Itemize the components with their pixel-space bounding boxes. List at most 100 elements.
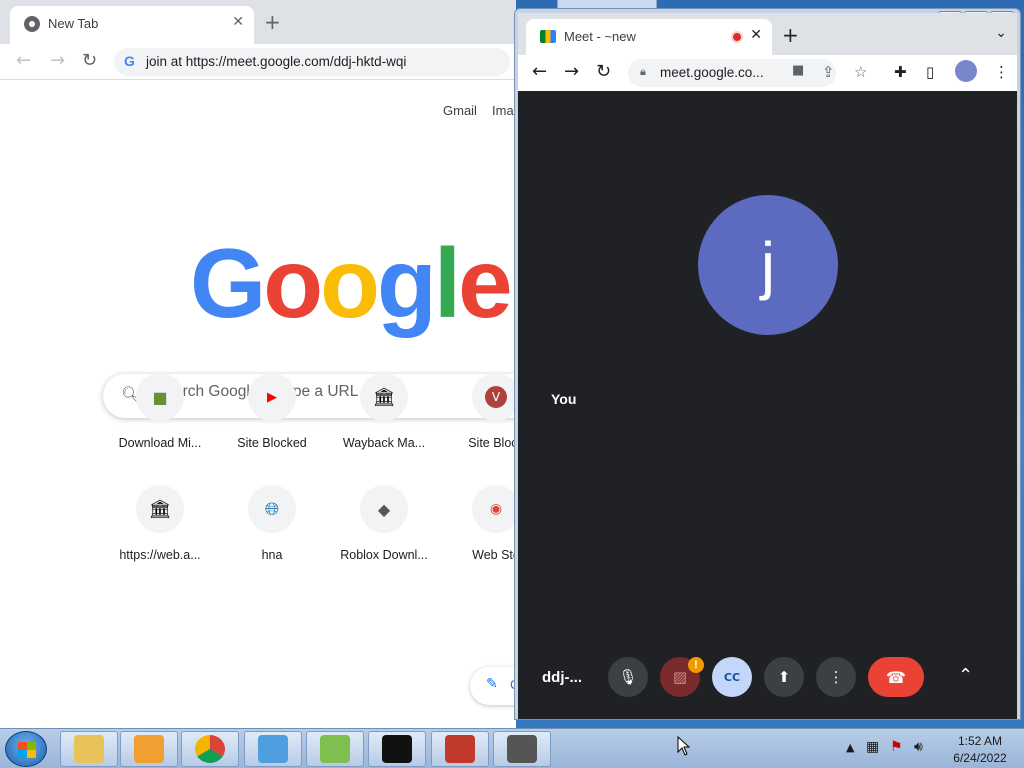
more-options-button[interactable]: ⋮ xyxy=(816,657,856,697)
customize-chrome-button[interactable]: ✎ C xyxy=(470,667,516,705)
chrome-web-store-icon: ◉ xyxy=(489,501,503,517)
camera-warning-badge: ! xyxy=(688,657,704,673)
meet-stage: j You ddj-... 🎙︎ ▨ ! CC ⬆ ⋮ ☎ ⌃ xyxy=(518,91,1017,719)
share-icon[interactable]: ⇪ xyxy=(822,63,835,81)
meet-favicon-icon xyxy=(540,30,556,43)
new-tab-button[interactable]: + xyxy=(782,25,799,45)
logo-letter: g xyxy=(376,228,437,338)
captions-icon: CC xyxy=(723,670,741,684)
paint-icon xyxy=(258,735,288,763)
new-tab-browser-window: New Tab ✕ + ← → ↻ G join at https://meet… xyxy=(0,0,516,728)
clock-time[interactable]: 1:52 AM xyxy=(945,734,1015,748)
back-icon[interactable]: ← xyxy=(532,61,547,82)
youtube-icon: ▶ xyxy=(267,389,277,405)
action-center-flag-icon[interactable]: ⚑ xyxy=(890,739,903,755)
taskbar: ▲ ▦ ⚑ 🔊︎ 1:52 AM 6/24/2022 xyxy=(0,728,1024,768)
images-link[interactable]: Ima xyxy=(492,103,514,118)
present-screen-button[interactable]: ⬆ xyxy=(764,657,804,697)
taskbar-app-button[interactable] xyxy=(244,731,302,767)
chart-app-icon xyxy=(320,735,350,763)
java-app-icon xyxy=(507,735,537,763)
extensions-icon[interactable]: ✚ xyxy=(894,63,907,81)
reload-icon[interactable]: ↻ xyxy=(82,50,97,71)
shortcut-tile[interactable]: ▶ Site Blocked xyxy=(216,373,328,473)
forward-icon[interactable]: → xyxy=(50,50,65,71)
shortcut-label: https://web.a... xyxy=(119,548,201,562)
taskbar-app-button[interactable] xyxy=(493,731,551,767)
v-letter-icon: V xyxy=(485,386,507,408)
leave-call-button[interactable]: ☎ xyxy=(868,657,924,697)
taskbar-app-button[interactable] xyxy=(60,731,118,767)
forward-icon[interactable]: → xyxy=(564,61,579,82)
tab-title: New Tab xyxy=(48,16,99,31)
new-tab-button[interactable]: + xyxy=(264,12,281,32)
omnibox-text[interactable]: join at https://meet.google.com/ddj-hktd… xyxy=(146,54,406,69)
new-tab-page: Gmail Ima Google 🔍︎ ■Download Mi...▶Site… xyxy=(0,80,516,728)
shortcut-tile[interactable]: ◉ Web Sto xyxy=(440,485,516,585)
start-button[interactable] xyxy=(5,731,47,767)
shortcut-tile[interactable]: V Site Block xyxy=(440,373,516,473)
shortcut-icon-circle: V xyxy=(472,373,516,421)
tray-expand-icon[interactable]: ▲ xyxy=(846,741,854,754)
logo-letter: G xyxy=(190,228,266,338)
tab-new-tab[interactable]: New Tab ✕ xyxy=(10,6,254,44)
captions-button[interactable]: CC xyxy=(712,657,752,697)
lock-icon: 🔒︎ xyxy=(640,65,646,78)
menu-kebab-icon[interactable]: ⋮ xyxy=(994,63,1009,81)
meeting-code[interactable]: ddj-... xyxy=(542,669,582,686)
expand-chevron-icon[interactable]: ⌃ xyxy=(958,665,973,686)
google-logo: Google xyxy=(190,228,513,338)
network-icon[interactable]: ▦ xyxy=(866,739,879,755)
gmail-link[interactable]: Gmail xyxy=(443,103,477,118)
shortcut-label: Wayback Ma... xyxy=(342,436,426,450)
more-vertical-icon: ⋮ xyxy=(828,668,844,686)
shortcut-label: Site Block xyxy=(468,436,516,450)
omnibox[interactable]: G join at https://meet.google.com/ddj-hk… xyxy=(114,48,510,76)
camera-off-icon: ▨ xyxy=(672,668,688,686)
tab-search-chevron-icon[interactable]: ⌄ xyxy=(995,25,1007,41)
shortcut-icon-circle: ◉ xyxy=(472,485,516,533)
shortcut-tile[interactable]: 🏛︎ https://web.a... xyxy=(104,485,216,585)
archive-building-icon: 🏛︎ xyxy=(372,386,396,408)
participant-avatar: j xyxy=(698,195,838,335)
bookmark-star-icon[interactable]: ☆ xyxy=(854,63,867,81)
omnibox[interactable]: 🔒︎ meet.google.co... xyxy=(628,59,836,87)
logo-letter: e xyxy=(458,228,512,338)
clock-date[interactable]: 6/24/2022 xyxy=(945,751,1015,765)
profile-avatar-icon[interactable] xyxy=(955,60,977,82)
taskbar-app-button[interactable] xyxy=(431,731,489,767)
tab-close-icon[interactable]: ✕ xyxy=(750,27,762,43)
microphone-icon: 🎙︎ xyxy=(618,668,638,686)
shortcut-label: Site Blocked xyxy=(237,436,307,450)
shortcut-icon-circle: ■ xyxy=(136,373,184,421)
microphone-button[interactable]: 🎙︎ xyxy=(608,657,648,697)
taskbar-app-button[interactable] xyxy=(368,731,426,767)
media-player-icon xyxy=(134,735,164,763)
reload-icon[interactable]: ↻ xyxy=(596,61,611,82)
shortcut-tile[interactable]: 🏛︎ Wayback Ma... xyxy=(328,373,440,473)
tab-meet[interactable]: Meet - ~new ✕ xyxy=(526,19,772,55)
shortcut-tile[interactable]: ◆ Roblox Downl... xyxy=(328,485,440,585)
browser-toolbar: ← → ↻ 🔒︎ meet.google.co... ■ ⇪ ☆ ✚ ▯ ⋮ xyxy=(518,55,1017,91)
taskbar-app-button[interactable] xyxy=(120,731,178,767)
shortcut-label: hna xyxy=(261,548,283,562)
tab-close-icon[interactable]: ✕ xyxy=(232,14,244,30)
tab-title: Meet - ~new xyxy=(564,29,636,44)
globe-icon: 🌐︎ xyxy=(264,498,280,520)
volume-icon[interactable]: 🔊︎ xyxy=(914,739,923,755)
back-icon[interactable]: ← xyxy=(16,50,31,71)
taskbar-app-button[interactable] xyxy=(306,731,364,767)
camera-in-use-icon[interactable]: ■ xyxy=(792,63,804,78)
shortcut-tile[interactable]: ■ Download Mi... xyxy=(104,373,216,473)
logo-letter: l xyxy=(433,228,461,338)
taskbar-app-button[interactable] xyxy=(181,731,239,767)
omnibox-text[interactable]: meet.google.co... xyxy=(660,65,764,80)
shortcut-icon-circle: ▶ xyxy=(248,373,296,421)
shortcut-tile[interactable]: 🌐︎ hna xyxy=(216,485,328,585)
present-screen-icon: ⬆ xyxy=(777,668,791,686)
side-panel-icon[interactable]: ▯ xyxy=(926,63,934,81)
meet-browser-window: ▁ ❐ ✕ Meet - ~new ✕ + ⌄ ← → ↻ 🔒︎ meet.go… xyxy=(514,8,1021,720)
pencil-icon: ✎ xyxy=(486,676,498,692)
minecraft-block-icon: ■ xyxy=(152,387,168,407)
windows-explorer-icon xyxy=(74,735,104,763)
